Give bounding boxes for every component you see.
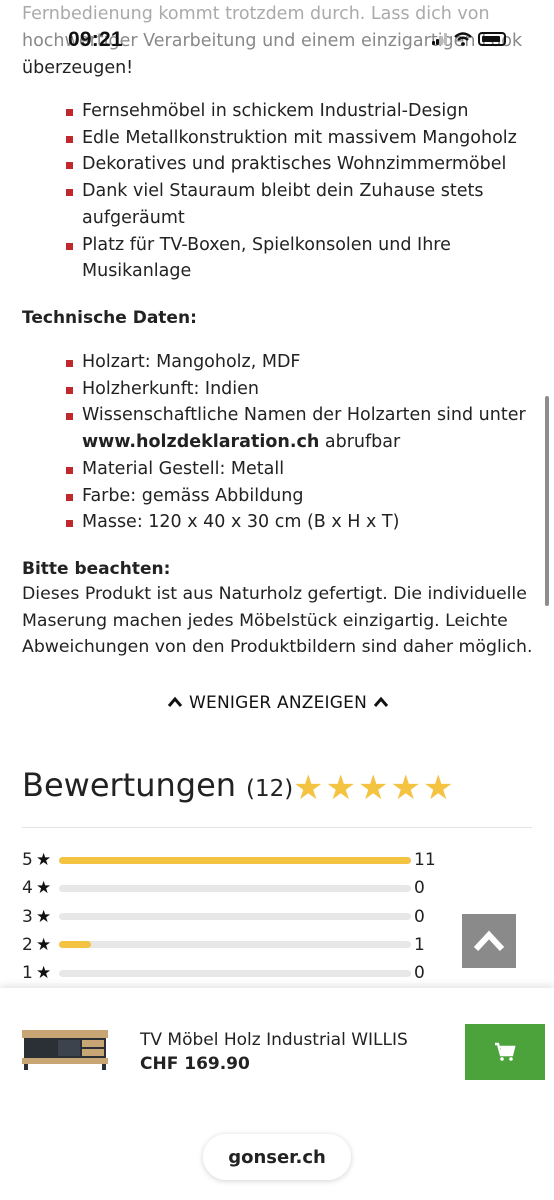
- tech-list: Holzart: Mangoholz, MDF Holzherkunft: In…: [66, 349, 526, 536]
- rating-bar-track: [59, 941, 411, 949]
- product-thumbnail[interactable]: [18, 1022, 114, 1074]
- feature-list: Fernsehmöbel in schickem Industrial-Desi…: [66, 98, 526, 285]
- average-rating-stars: ★ ★ ★ ★ ★: [293, 769, 453, 807]
- rating-row-count: 1: [414, 934, 425, 955]
- cart-icon: [495, 1042, 516, 1061]
- star-icon: ★: [36, 906, 52, 927]
- tech-item: Holzart: Mangoholz, MDF: [66, 349, 526, 376]
- holzdeklaration-link[interactable]: www.holzdeklaration.ch: [82, 432, 319, 452]
- tech-item-text: Wissenschaftliche Namen der Holzarten si…: [82, 405, 526, 426]
- chevron-up-icon: [373, 696, 388, 707]
- rating-row-stars: 2: [22, 934, 33, 955]
- rating-bar-track: [59, 913, 411, 921]
- rating-bar-fill: [59, 856, 411, 864]
- product-price: CHF 169.90: [140, 1054, 250, 1074]
- scroll-to-top-button[interactable]: [462, 914, 516, 968]
- show-less-label: WENIGER ANZEIGEN: [189, 693, 367, 713]
- rating-bar-track: [59, 856, 411, 864]
- status-time: 09:21: [68, 28, 123, 51]
- star-icon: ★: [36, 850, 52, 870]
- tech-item: Holzherkunft: Indien: [66, 376, 526, 403]
- feature-item: Edle Metallkonstruktion mit massivem Man…: [66, 125, 526, 152]
- star-icon: ★: [36, 963, 52, 984]
- rating-row-stars: 3: [22, 906, 33, 927]
- rating-bar-fill: [59, 941, 91, 949]
- add-to-cart-button[interactable]: [465, 1024, 545, 1080]
- note-heading: Bitte beachten:: [22, 559, 171, 579]
- wifi-icon: [454, 32, 472, 46]
- feature-item: Platz für TV-Boxen, Spielkonsolen und Ih…: [66, 232, 526, 285]
- divider: [22, 827, 532, 828]
- reviews-title: Bewertungen: [22, 766, 237, 804]
- star-icon: ★: [36, 934, 52, 955]
- intro-line-3: überzeugen!: [22, 58, 134, 78]
- rating-row[interactable]: 4 ★ 0: [22, 876, 442, 900]
- status-bar: 09:21: [0, 28, 554, 56]
- note-text: Dieses Produkt ist aus Naturholz geferti…: [22, 584, 533, 658]
- tech-item: Material Gestell: Metall: [66, 456, 526, 483]
- product-name: TV Möbel Holz Industrial WILLIS: [140, 1030, 408, 1050]
- rating-row[interactable]: 5 ★ 11: [22, 848, 442, 872]
- tech-item: Wissenschaftliche Namen der Holzarten si…: [66, 402, 526, 455]
- intro-line-1: Fernbedienung kommt trotzdem durch. Lass…: [22, 4, 490, 24]
- reviews-count: (12): [246, 776, 294, 802]
- status-icons: [432, 32, 506, 46]
- battery-icon: [478, 32, 506, 46]
- rating-row-stars: 5: [22, 850, 33, 870]
- star-icon: ★: [357, 768, 389, 808]
- chevron-up-icon: [473, 930, 505, 952]
- rating-row[interactable]: 1 ★ 0: [22, 961, 442, 985]
- rating-row-count: 11: [414, 850, 436, 870]
- browser-url-pill[interactable]: gonser.ch: [203, 1134, 351, 1180]
- feature-item: Dekoratives und praktisches Wohnzimmermö…: [66, 151, 526, 178]
- rating-row-count: 0: [414, 963, 425, 984]
- tech-item: Masse: 120 x 40 x 30 cm (B x H x T): [66, 509, 526, 536]
- tech-item: Farbe: gemäss Abbildung: [66, 483, 526, 510]
- show-less-button[interactable]: WENIGER ANZEIGEN: [22, 690, 534, 717]
- tech-heading: Technische Daten:: [22, 308, 197, 328]
- star-icon: ★: [36, 878, 52, 899]
- rating-row-stars: 4: [22, 878, 33, 899]
- rating-row[interactable]: 3 ★ 0: [22, 905, 442, 929]
- reviews-heading: Bewertungen (12): [22, 766, 293, 804]
- feature-item: Dank viel Stauraum bleibt dein Zuhause s…: [66, 178, 526, 231]
- rating-row-count: 0: [414, 906, 425, 927]
- rating-row-count: 0: [414, 878, 425, 899]
- star-icon: ★: [422, 768, 454, 808]
- rating-row-stars: 1: [22, 963, 33, 984]
- rating-bar-track: [59, 969, 411, 977]
- feature-item: Fernsehmöbel in schickem Industrial-Desi…: [66, 98, 526, 125]
- chevron-up-icon: [168, 696, 183, 707]
- star-icon: ★: [325, 768, 356, 808]
- rating-bar-track: [59, 884, 411, 892]
- star-icon: ★: [390, 768, 421, 808]
- page-scrollbar[interactable]: [545, 396, 549, 606]
- tech-link-suffix: abrufbar: [319, 432, 401, 453]
- star-icon: ★: [293, 768, 324, 808]
- cellular-signal-icon: [432, 33, 448, 45]
- rating-row[interactable]: 2 ★ 1: [22, 933, 442, 957]
